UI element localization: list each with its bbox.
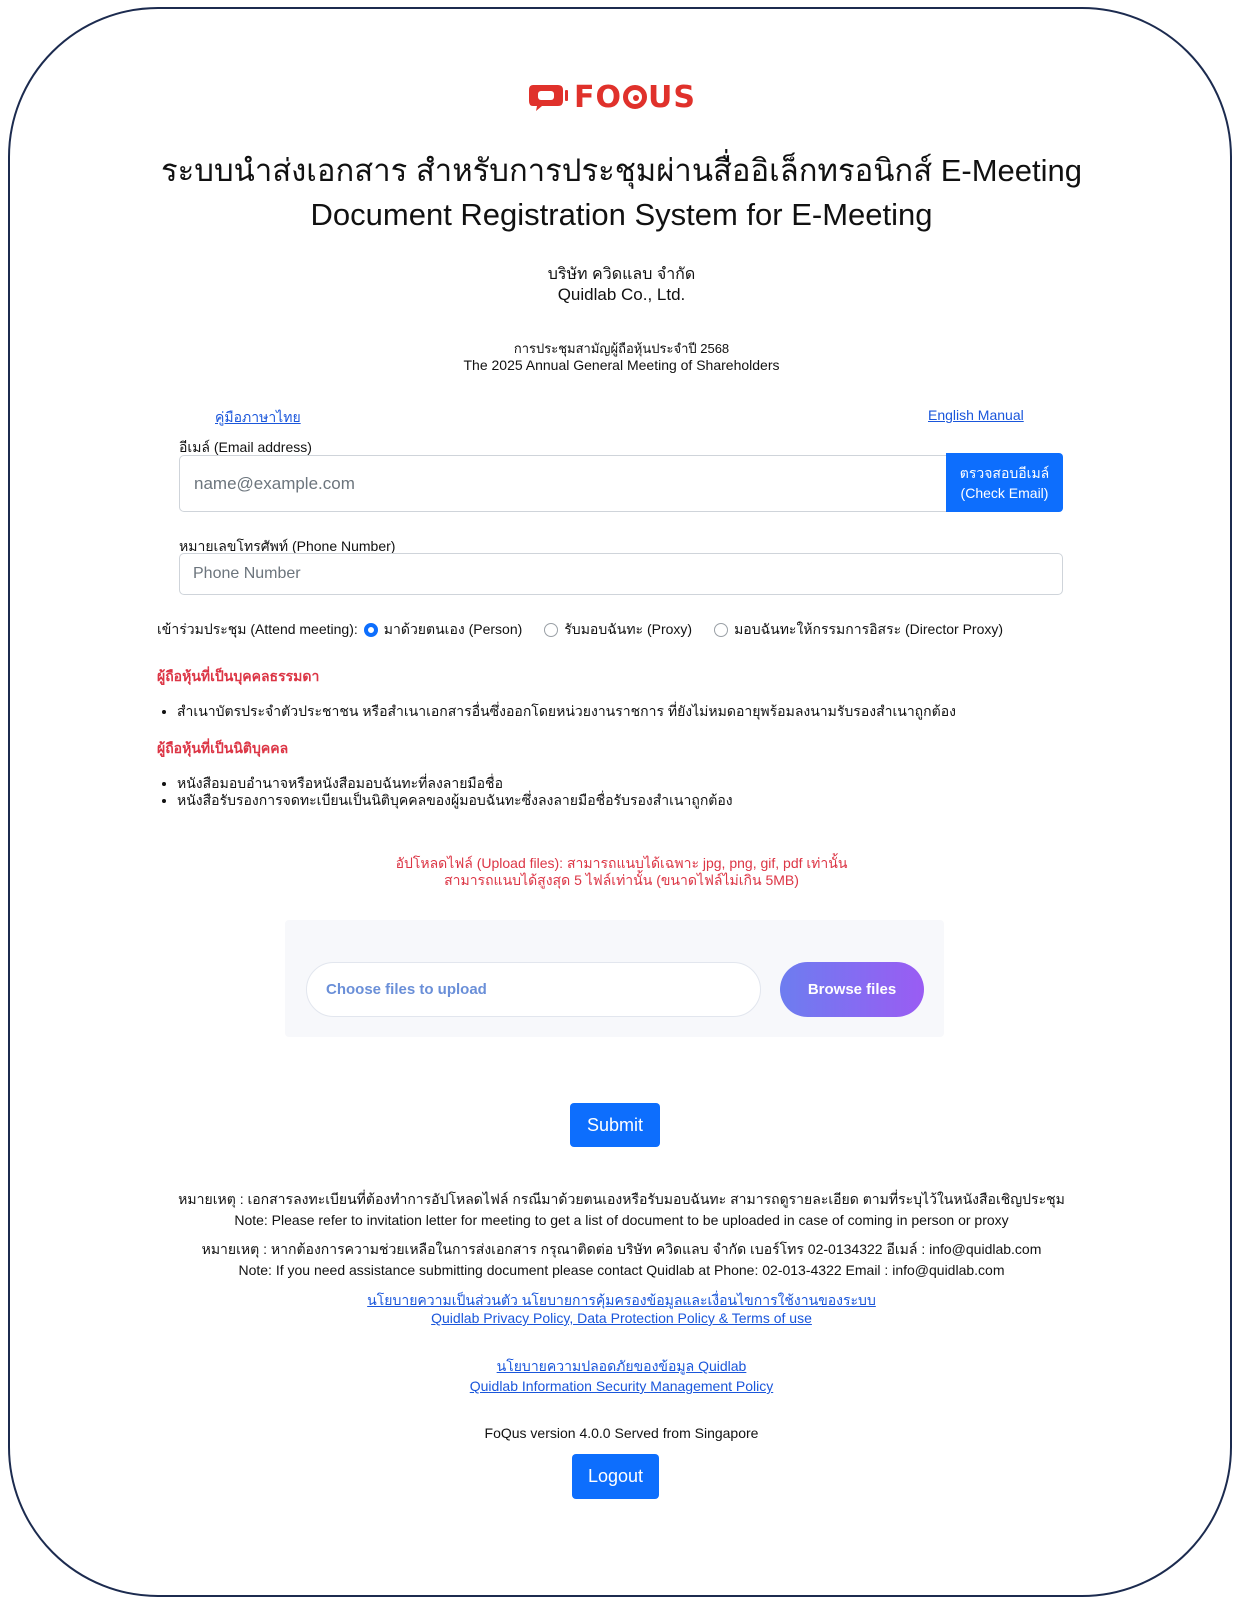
version-text: FoQus version 4.0.0 Served from Singapor… <box>484 1425 759 1441</box>
juristic-person-requirements: หนังสือมอบอำนาจหรือหนังสือมอบฉันทะที่ลงล… <box>157 775 733 809</box>
security-policy-english-row: Quidlab Information Security Management … <box>0 1377 1243 1395</box>
logo-wordmark: FO US <box>574 80 696 115</box>
meeting-name-thai: การประชุมสามัญผู้ถือหุ้นประจำปี 2568 <box>513 341 730 356</box>
meeting-name-english: The 2025 Annual General Meeting of Share… <box>463 357 780 373</box>
logo-text-right: US <box>648 79 696 115</box>
juristic-person-heading: ผู้ถือหุ้นที่เป็นนิติบุคคล <box>157 740 289 756</box>
email-field[interactable] <box>179 455 947 512</box>
radio-label-proxy[interactable]: รับมอบฉันทะ (Proxy) <box>564 619 692 641</box>
page-title-thai: ระบบนำส่งเอกสาร สำหรับการประชุมผ่านสื่ออ… <box>160 153 1083 188</box>
natural-person-heading: ผู้ถือหุ้นที่เป็นบุคคลธรรมดา <box>157 668 320 684</box>
security-policy-thai-row: นโยบายความปลอดภัยของข้อมูล Quidlab <box>0 1357 1243 1375</box>
list-item: หนังสือมอบอำนาจหรือหนังสือมอบฉันทะที่ลงล… <box>177 775 733 792</box>
check-email-label-thai: ตรวจสอบอีเมล์ <box>959 464 1050 481</box>
english-manual-link[interactable]: English Manual <box>928 407 1024 423</box>
natural-person-requirements: สำเนาบัตรประจำตัวประชาชน หรือสำเนาเอกสาร… <box>157 703 956 720</box>
logo-text-left: FO <box>574 79 622 115</box>
radio-option-proxy[interactable]: รับมอบฉันทะ (Proxy) <box>544 619 692 641</box>
radio-button-director-proxy[interactable] <box>714 623 729 637</box>
phone-field[interactable] <box>179 553 1063 595</box>
note-assistance-english: Note: If you need assistance submitting … <box>238 1262 1005 1278</box>
check-email-button[interactable]: ตรวจสอบอีเมล์ (Check Email) <box>946 453 1063 512</box>
radio-label-director-proxy[interactable]: มอบฉันทะให้กรรมการอิสระ (Director Proxy) <box>734 619 1003 641</box>
radio-option-person[interactable]: มาด้วยตนเอง (Person) <box>363 619 523 641</box>
attend-meeting-group: เข้าร่วมประชุม (Attend meeting): มาด้วยต… <box>157 619 1003 641</box>
note-upload-english: Note: Please refer to invitation letter … <box>234 1212 1009 1228</box>
logo-o-icon <box>623 85 647 109</box>
privacy-policy-thai-link[interactable]: นโยบายความเป็นส่วนตัว นโยบายการคุ้มครองข… <box>367 1292 876 1308</box>
company-name-thai: บริษัท ควิดแลบ จำกัด <box>547 266 696 283</box>
security-policy-thai-link[interactable]: นโยบายความปลอดภัยของข้อมูล Quidlab <box>497 1358 747 1374</box>
browse-files-button[interactable]: Browse files <box>780 962 924 1017</box>
list-item: สำเนาบัตรประจำตัวประชาชน หรือสำเนาเอกสาร… <box>177 703 956 720</box>
note-assistance-thai: หมายเหตุ : หากต้องการความช่วยเหลือในการส… <box>201 1241 1042 1257</box>
radio-button-proxy[interactable] <box>544 623 559 637</box>
radio-button-person[interactable] <box>363 623 378 637</box>
privacy-policy-thai-row: นโยบายความเป็นส่วนตัว นโยบายการคุ้มครองข… <box>0 1291 1243 1309</box>
foqus-logo: FO US <box>528 80 696 115</box>
upload-note-file-types: อัปโหลดไฟล์ (Upload files): สามารถแนบได้… <box>395 855 848 871</box>
thai-manual-link[interactable]: คู่มือภาษาไทย <box>215 407 301 429</box>
company-name-english: Quidlab Co., Ltd. <box>557 285 686 304</box>
logout-button[interactable]: Logout <box>572 1454 659 1499</box>
radio-option-director-proxy[interactable]: มอบฉันทะให้กรรมการอิสระ (Director Proxy) <box>714 619 1003 641</box>
attend-meeting-label: เข้าร่วมประชุม (Attend meeting): <box>157 621 358 637</box>
radio-label-person[interactable]: มาด้วยตนเอง (Person) <box>384 619 523 641</box>
security-policy-english-link[interactable]: Quidlab Information Security Management … <box>470 1378 773 1394</box>
privacy-policy-english-row: Quidlab Privacy Policy, Data Protection … <box>0 1309 1243 1327</box>
check-email-label-english: (Check Email) <box>960 484 1049 501</box>
upload-note-file-limit: สามารถแนบได้สูงสุด 5 ไฟล์เท่านั้น (ขนาดไ… <box>444 872 799 888</box>
choose-files-field[interactable]: Choose files to upload <box>306 962 761 1017</box>
choose-files-placeholder[interactable]: Choose files to upload <box>326 981 487 998</box>
privacy-policy-english-link[interactable]: Quidlab Privacy Policy, Data Protection … <box>431 1310 812 1326</box>
page-title-english: Document Registration System for E-Meeti… <box>310 197 933 232</box>
note-upload-thai: หมายเหตุ : เอกสารลงทะเบียนที่ต้องทำการอั… <box>178 1191 1065 1207</box>
chat-bubble-logo-icon <box>529 85 568 111</box>
list-item: หนังสือรับรองการจดทะเบียนเป็นนิติบุคคลขอ… <box>177 792 733 809</box>
submit-button[interactable]: Submit <box>570 1103 660 1147</box>
